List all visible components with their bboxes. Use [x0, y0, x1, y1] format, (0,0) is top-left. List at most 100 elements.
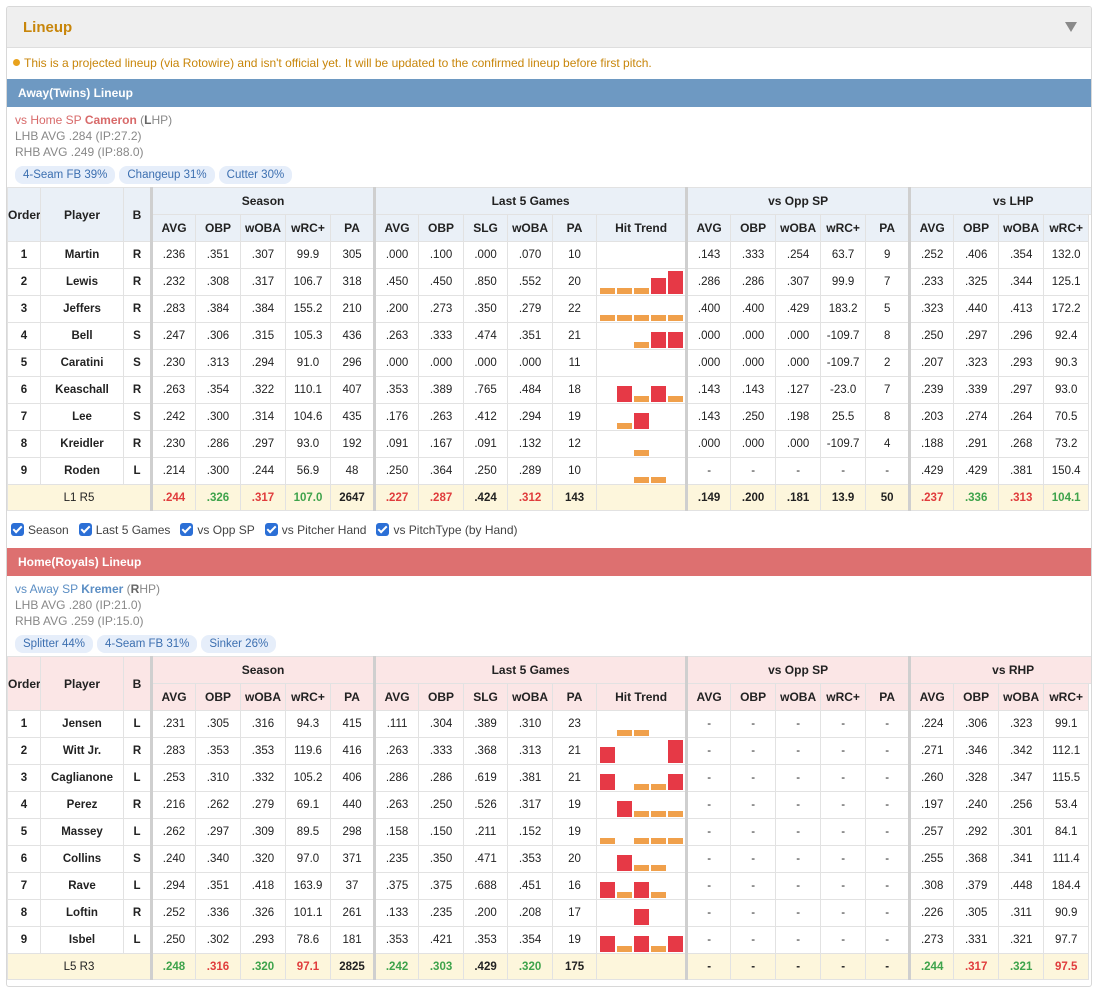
table-row[interactable]: 1 Jensen L .231.305.316 94.3 415.111.304.389.… [7, 710, 1092, 738]
col-avg[interactable]: AVG [150, 683, 196, 711]
player-name[interactable]: Perez [40, 791, 124, 819]
player-name[interactable]: Martin [40, 241, 124, 269]
col-woba[interactable]: wOBA [775, 214, 822, 242]
col-pa[interactable]: PA [552, 683, 598, 711]
player-name[interactable]: Isbel [40, 926, 124, 954]
col-woba[interactable]: wOBA [998, 214, 1045, 242]
table-row[interactable]: 6 Keaschall R .263.354.322 110.1 407.353.389.… [7, 376, 1092, 404]
checkbox-checked-icon[interactable] [376, 523, 390, 536]
table-row[interactable]: 3 Caglianone L .253.310.332 105.2 406.286.286… [7, 764, 1092, 792]
player-name[interactable]: Collins [40, 845, 124, 873]
col-order[interactable]: Order [7, 656, 41, 711]
player-name[interactable]: Jensen [40, 710, 124, 738]
player-name[interactable]: Massey [40, 818, 124, 846]
col-obp[interactable]: OBP [953, 683, 1000, 711]
group-vs-opp-sp[interactable]: vs Opp SP [685, 187, 911, 215]
col-pa[interactable]: PA [865, 683, 911, 711]
home-pitch-chip[interactable]: Splitter 44% [15, 635, 94, 653]
col-pa[interactable]: PA [552, 214, 598, 242]
player-name[interactable]: Keaschall [40, 376, 124, 404]
col-avg[interactable]: AVG [685, 214, 732, 242]
group-last5[interactable]: Last 5 Games [373, 187, 688, 215]
col-obp[interactable]: OBP [730, 214, 777, 242]
col-wrc[interactable]: wRC+ [820, 683, 867, 711]
group-season[interactable]: Season [149, 656, 376, 684]
col-avg[interactable]: AVG [908, 683, 955, 711]
col-obp[interactable]: OBP [418, 214, 465, 242]
col-woba[interactable]: wOBA [240, 214, 286, 242]
col-slg[interactable]: SLG [463, 683, 509, 711]
player-name[interactable]: Roden [40, 457, 124, 485]
col-woba[interactable]: wOBA [507, 683, 554, 711]
col-hand[interactable]: B [123, 656, 152, 711]
col-woba[interactable]: wOBA [998, 683, 1045, 711]
col-wrc[interactable]: wRC+ [285, 214, 331, 242]
col-wrc[interactable]: wRC+ [1043, 214, 1090, 242]
col-pa[interactable]: PA [329, 683, 376, 711]
col-woba[interactable]: wOBA [240, 683, 286, 711]
table-row[interactable]: 5 Massey L .262.297.309 89.5 298.158.150.211.… [7, 818, 1092, 846]
player-name[interactable]: Loftin [40, 899, 124, 927]
player-name[interactable]: Caglianone [40, 764, 124, 792]
player-name[interactable]: Lee [40, 403, 124, 431]
col-obp[interactable]: OBP [195, 214, 241, 242]
filter-0[interactable]: Season [11, 523, 69, 537]
home-pitch-chip[interactable]: Sinker 26% [201, 635, 277, 653]
col-wrc[interactable]: wRC+ [1043, 683, 1090, 711]
table-row[interactable]: 9 Isbel L .250.302.293 78.6 181.353.421.353.3… [7, 926, 1092, 954]
col-slg[interactable]: SLG [463, 214, 509, 242]
filter-4[interactable]: vs PitchType (by Hand) [376, 523, 518, 537]
group-season[interactable]: Season [149, 187, 376, 215]
table-row[interactable]: 3 Jeffers R .283.384.384 155.2 210.200.273.35… [7, 295, 1092, 323]
table-row[interactable]: 6 Collins S .240.340.320 97.0 371.235.350.471… [7, 845, 1092, 873]
col-obp[interactable]: OBP [730, 683, 777, 711]
player-name[interactable]: Caratini [40, 349, 124, 377]
checkbox-checked-icon[interactable] [78, 523, 92, 536]
table-row[interactable]: 4 Bell S .247.306.315 105.3 436.263.333.474.3… [7, 322, 1092, 350]
group-last5[interactable]: Last 5 Games [373, 656, 688, 684]
col-wrc[interactable]: wRC+ [285, 683, 331, 711]
player-name[interactable]: Jeffers [40, 295, 124, 323]
away-sp-name[interactable]: Cameron [85, 113, 137, 127]
table-row[interactable]: 2 Lewis R .232.308.317 106.7 318.450.450.850.… [7, 268, 1092, 296]
away-pitch-chip[interactable]: Changeup 31% [119, 166, 215, 184]
table-row[interactable]: 5 Caratini S .230.313.294 91.0 296.000.000.00… [7, 349, 1092, 377]
filter-2[interactable]: vs Opp SP [180, 523, 255, 537]
group-vs-hand[interactable]: vs LHP [908, 187, 1091, 215]
col-avg[interactable]: AVG [373, 683, 420, 711]
group-vs-opp-sp[interactable]: vs Opp SP [685, 656, 911, 684]
col-obp[interactable]: OBP [195, 683, 241, 711]
col-woba[interactable]: wOBA [775, 683, 822, 711]
panel-header[interactable]: Lineup [7, 7, 1091, 48]
table-row[interactable]: 7 Rave L .294.351.418 163.9 37.375.375.688.45… [7, 872, 1092, 900]
table-row[interactable]: 4 Perez R .216.262.279 69.1 440.263.250.526.3… [7, 791, 1092, 819]
col-pa[interactable]: PA [329, 214, 376, 242]
table-row[interactable]: 8 Loftin R .252.336.326 101.1 261.133.235.200… [7, 899, 1092, 927]
player-name[interactable]: Kreidler [40, 430, 124, 458]
table-row[interactable]: 9 Roden L .214.300.244 56.9 48.250.364.250.28… [7, 457, 1092, 485]
checkbox-checked-icon[interactable] [180, 523, 194, 536]
col-wrc[interactable]: wRC+ [820, 214, 867, 242]
col-avg[interactable]: AVG [373, 214, 420, 242]
col-player[interactable]: Player [40, 656, 124, 711]
player-name[interactable]: Lewis [40, 268, 124, 296]
col-woba[interactable]: wOBA [507, 214, 554, 242]
col-avg[interactable]: AVG [908, 214, 955, 242]
home-pitch-chip[interactable]: 4-Seam FB 31% [97, 635, 198, 653]
home-sp-name[interactable]: Kremer [81, 582, 123, 596]
filter-1[interactable]: Last 5 Games [78, 523, 170, 537]
col-hit_trend[interactable]: Hit Trend [596, 683, 688, 711]
filter-3[interactable]: vs Pitcher Hand [264, 523, 366, 537]
table-row[interactable]: 2 Witt Jr. R .283.353.353 119.6 416.263.333.3… [7, 737, 1092, 765]
player-name[interactable]: Bell [40, 322, 124, 350]
table-row[interactable]: 8 Kreidler R .230.286.297 93.0 192.091.167.09… [7, 430, 1092, 458]
col-pa[interactable]: PA [865, 214, 911, 242]
col-player[interactable]: Player [40, 187, 124, 242]
table-row[interactable]: 7 Lee S .242.300.314 104.6 435.176.263.412.29… [7, 403, 1092, 431]
away-pitch-chip[interactable]: 4-Seam FB 39% [15, 166, 116, 184]
col-avg[interactable]: AVG [685, 683, 732, 711]
col-avg[interactable]: AVG [150, 214, 196, 242]
col-hand[interactable]: B [123, 187, 152, 242]
player-name[interactable]: Witt Jr. [40, 737, 124, 765]
away-pitch-chip[interactable]: Cutter 30% [218, 166, 293, 184]
